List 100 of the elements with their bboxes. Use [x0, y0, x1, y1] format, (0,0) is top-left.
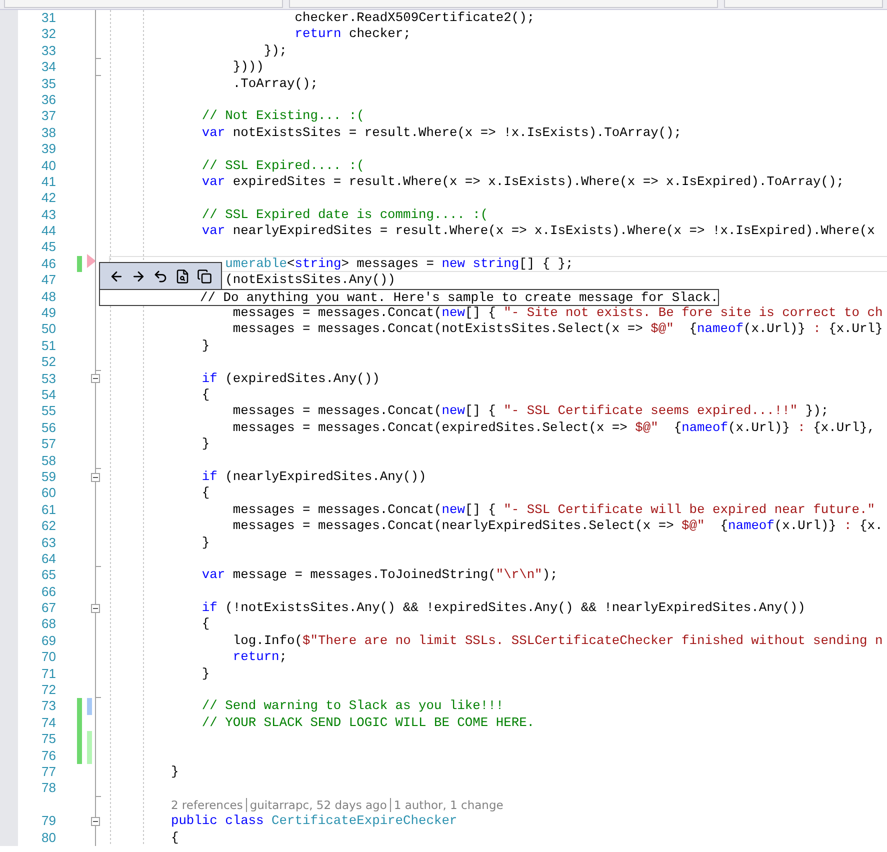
- code-line: var message = messages.ToJoinedString("\r\n");: [202, 567, 558, 584]
- line-number: 45: [40, 239, 57, 256]
- code-line: messages = messages.Concat(new[] { "- SSL Certificate will be expired near future.": [232, 502, 875, 518]
- line-number: 55: [40, 403, 57, 420]
- line-number: 32: [40, 26, 57, 43]
- code-line: var nearlyExpiredSites = result.Where(x => x.IsExists).Where(x => !x.IsExpired).Where(x: [202, 223, 875, 240]
- collapse-icon[interactable]: [91, 374, 100, 384]
- line-number: 34: [40, 59, 57, 76]
- code-line: });: [264, 42, 288, 60]
- line-number: 50: [40, 321, 57, 338]
- code-line: }: [202, 534, 210, 551]
- line-number: 43: [40, 206, 57, 224]
- code-line: {: [170, 830, 179, 846]
- code-line: if (expiredSites.Any()): [202, 370, 380, 387]
- code-line: messages = messages.Concat(expiredSites.Select(x => $@" {nameof(x.Url)} : {x.Url},: [232, 420, 875, 436]
- line-number: 67: [40, 600, 57, 616]
- line-number: 60: [40, 485, 57, 502]
- line-number: 49: [40, 305, 57, 322]
- file-search-icon: [174, 268, 190, 284]
- copy-icon: [196, 268, 212, 284]
- line-number: 76: [40, 748, 57, 764]
- code-line: checker.ReadX509Certificate2();: [294, 10, 535, 26]
- codelens-link[interactable]: guitarrapc, 52 days ago: [246, 798, 390, 812]
- line-number: 40: [40, 158, 57, 174]
- code-line: }: [202, 436, 210, 453]
- code-line: .ToArray();: [232, 76, 318, 92]
- line-number: 58: [40, 452, 57, 469]
- code-line: var expiredSites = result.Where(x => x.IsExists).Where(x => x.IsExpired).ToArray();: [202, 174, 844, 190]
- line-number: 35: [40, 76, 57, 92]
- code-line: // SSL Expired date is comming.... :(: [202, 206, 488, 224]
- code-line: messages = messages.Concat(new[] { "- SSL Certificate seems expired...!!" });: [232, 403, 829, 420]
- code-line: // YOUR SLACK SEND LOGIC WILL BE COME HERE.: [202, 714, 535, 732]
- line-number: 59: [40, 468, 57, 486]
- line-number: 75: [40, 731, 57, 748]
- line-number: 64: [40, 550, 57, 568]
- line-number: 54: [40, 386, 57, 404]
- code-line: }))): [232, 59, 264, 76]
- line-number: 51: [40, 338, 57, 354]
- line-number: 42: [40, 190, 57, 207]
- code-line: return;: [232, 649, 288, 666]
- line-number: 56: [40, 420, 57, 436]
- codelens-link[interactable]: 1 author, 1 change: [390, 798, 506, 812]
- code-line: }: [202, 666, 210, 682]
- code-line: messages = messages.Concat(new[] { "- Site not exists. Be fore site is correct to ch: [232, 305, 883, 322]
- code-line: }: [170, 764, 179, 780]
- line-number: 78: [40, 780, 57, 797]
- code-line: if (!notExistsSites.Any() && !expiredSites.Any() && !nearlyExpiredSites.Any()): [202, 600, 806, 616]
- code-line: }: [202, 338, 210, 354]
- line-number: 57: [40, 436, 57, 453]
- line-number: 79: [40, 813, 57, 830]
- collapse-icon[interactable]: [91, 604, 100, 613]
- code-line: if (nearlyExpiredSites.Any()): [202, 468, 426, 486]
- code-line: {: [202, 485, 210, 502]
- code-line: return checker;: [294, 26, 411, 43]
- code-line: // Send warning to Slack as you like!!!: [202, 698, 504, 715]
- code-line: {: [202, 616, 210, 633]
- line-number: 52: [40, 354, 57, 371]
- line-number: 53: [40, 370, 57, 387]
- line-number: 74: [40, 714, 57, 732]
- line-number: 68: [40, 616, 57, 633]
- code-line: messages = messages.Concat(nearlyExpiredSites.Select(x => $@" {nameof(x.Url)} : {x.: [232, 518, 883, 535]
- line-number: 31: [40, 10, 57, 26]
- code-line: messages = messages.Concat(notExistsSites.Select(x => $@" {nameof(x.Url)} : {x.Url}: [232, 321, 883, 338]
- code-line: // Not Existing... :(: [202, 108, 364, 125]
- line-number: 63: [40, 534, 57, 551]
- collapse-icon[interactable]: [91, 472, 100, 482]
- code-line: {: [202, 386, 210, 404]
- code-line: log.Info($"There are no limit SSLs. SSLCertificateChecker finished without sending n: [232, 632, 883, 650]
- code-line: (notExistsSites.Any()): [225, 272, 396, 289]
- line-number: 72: [40, 682, 57, 698]
- line-number: 39: [40, 141, 57, 158]
- code-line: umerable<string> messages = new string[] { };: [225, 256, 574, 272]
- code-line: var notExistsSites = result.Where(x => !x.IsExists).ToArray();: [202, 124, 682, 142]
- line-number: 47: [40, 272, 57, 289]
- line-number: 36: [40, 92, 57, 108]
- tooltip-text: // Do anything you want. Here's sample to create message for Slack.: [200, 290, 718, 306]
- code-line: public class CertificateExpireChecker: [170, 813, 458, 830]
- copy-button[interactable]: [195, 266, 213, 286]
- line-number: 70: [40, 649, 57, 666]
- line-number: 38: [40, 124, 57, 142]
- line-number: 48: [40, 288, 57, 306]
- line-number: 44: [40, 223, 57, 240]
- arrow-right-icon: [131, 268, 146, 284]
- line-number: 37: [40, 108, 57, 125]
- line-number: 66: [40, 584, 57, 600]
- line-number: 62: [40, 518, 57, 535]
- line-number: 77: [40, 764, 57, 780]
- line-number: 65: [40, 567, 57, 584]
- line-number: 73: [40, 698, 57, 715]
- line-number: 41: [40, 174, 57, 190]
- line-number: 33: [40, 42, 57, 60]
- line-number: 46: [40, 256, 57, 272]
- undo-icon: [152, 268, 168, 284]
- code-line: // SSL Expired.... :(: [202, 158, 364, 174]
- codelens-link[interactable]: 2 references: [170, 798, 246, 812]
- line-number: 71: [40, 666, 57, 682]
- line-number: 80: [40, 830, 57, 846]
- collapse-icon[interactable]: [91, 816, 100, 826]
- line-number: 61: [40, 502, 57, 518]
- line-number: 69: [40, 632, 57, 650]
